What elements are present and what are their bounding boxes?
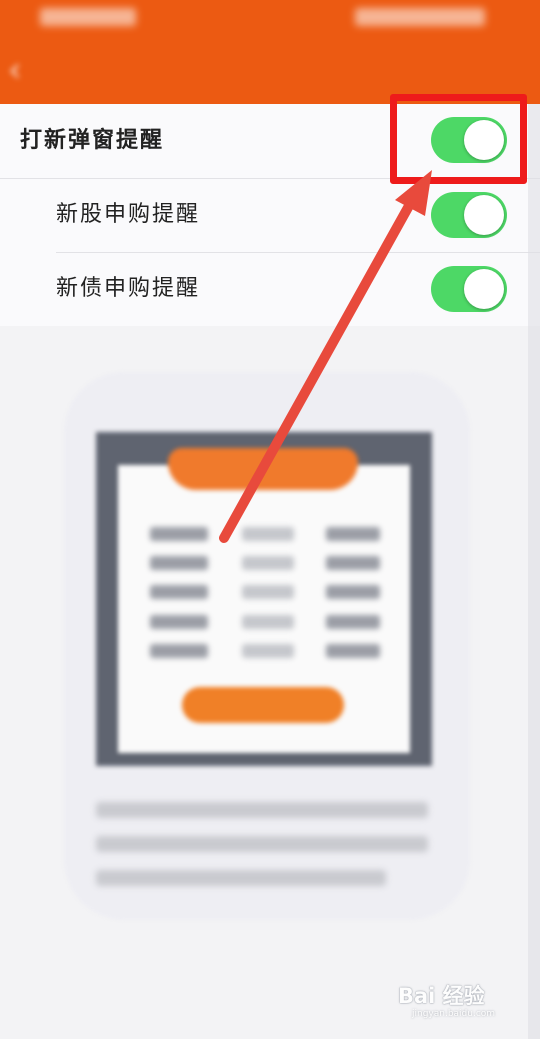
toggle-knob [464, 195, 504, 235]
page-title [150, 58, 380, 82]
app-header: ‹ [0, 0, 540, 104]
watermark-url: jingyan.baidu.com [412, 1009, 496, 1019]
preview-description [96, 796, 432, 896]
setting-row-new-bond: 新债申购提醒 [0, 252, 540, 326]
setting-label: 打新弹窗提醒 [20, 128, 165, 153]
baidu-jingyan-watermark: Bai 经验 jingyan.baidu.com [398, 980, 528, 1028]
preview-popup-row [138, 585, 386, 599]
watermark-logo: Bai 经验 [398, 984, 485, 1008]
new-stock-toggle[interactable] [431, 192, 507, 238]
preview-popup-banner [168, 448, 358, 490]
preview-popup-row [138, 644, 386, 658]
status-bar [0, 0, 540, 36]
annotation-highlight-box [390, 94, 527, 184]
setting-row-new-stock: 新股申购提醒 [0, 178, 540, 252]
back-button[interactable]: ‹ [8, 48, 88, 92]
carrier-indicator [40, 8, 136, 26]
back-arrow-icon: ‹ [8, 50, 22, 90]
battery-time-indicator [355, 8, 485, 26]
setting-label: 新债申购提醒 [56, 276, 201, 301]
scroll-edge [528, 104, 540, 1039]
preview-popup-button [182, 687, 344, 723]
preview-caption [232, 390, 292, 410]
preview-popup-row [138, 527, 386, 541]
new-bond-toggle[interactable] [431, 266, 507, 312]
preview-popup-row [138, 556, 386, 570]
toggle-knob [464, 269, 504, 309]
setting-label: 新股申购提醒 [56, 202, 201, 227]
preview-popup-row [138, 615, 386, 629]
